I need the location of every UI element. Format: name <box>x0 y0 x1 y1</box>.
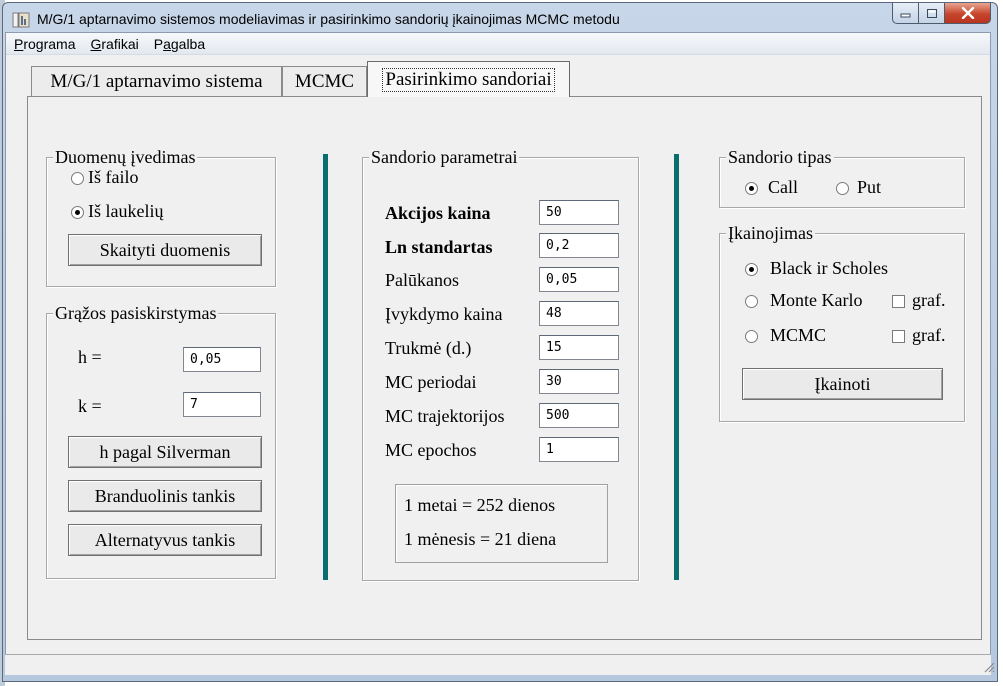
menu-grafikai[interactable]: Grafikai <box>82 36 145 52</box>
tab-options[interactable]: Pasirinkimo sandoriai <box>367 61 570 97</box>
black-scholes-label: Black ir Scholes <box>770 258 888 278</box>
mc-trajectories-input[interactable]: 500 <box>539 403 619 428</box>
put-label: Put <box>857 177 882 197</box>
menu-programa[interactable]: Programa <box>6 36 82 52</box>
monte-carlo-graph-checkbox[interactable] <box>892 295 905 308</box>
ln-std-input[interactable]: 0,2 <box>539 233 619 258</box>
from-fields-radio[interactable] <box>71 206 84 219</box>
mcmc-graph-label: graf. <box>912 325 946 345</box>
window-title: M/G/1 aptarnavimo sistemos modeliavimas … <box>37 11 620 27</box>
left-separator <box>323 154 328 580</box>
from-file-radio[interactable] <box>71 172 84 185</box>
h-label: h = <box>78 347 102 367</box>
silverman-button[interactable]: h pagal Silverman <box>68 436 262 468</box>
group-legend: Įkainojimas <box>726 223 815 243</box>
tab-label: MCMC <box>294 70 355 92</box>
black-scholes-radio[interactable] <box>745 263 758 276</box>
mc-epochs-input[interactable]: 1 <box>539 437 619 462</box>
caption-buttons <box>892 3 991 25</box>
mcmc-label: MCMC <box>770 325 827 345</box>
group-legend: Duomenų įvedimas <box>53 147 198 167</box>
group-legend: Sandorio parametrai <box>369 147 520 167</box>
strike-input[interactable]: 48 <box>539 301 619 326</box>
tab-mcmc[interactable]: MCMC <box>282 66 367 96</box>
param-label-stock-price: Akcijos kaina <box>385 203 491 223</box>
menu-pagalba[interactable]: Pagalba <box>146 36 212 52</box>
h-input[interactable]: 0,05 <box>183 347 261 372</box>
read-data-button[interactable]: Skaityti duomenis <box>68 234 262 266</box>
menu-bar: Programa Grafikai Pagalba <box>6 33 990 55</box>
param-label-mc-epochs: MC epochos <box>385 440 477 460</box>
param-label-ln-std: Ln standartas <box>385 237 493 257</box>
monte-carlo-radio[interactable] <box>745 295 758 308</box>
app-icon <box>12 12 30 28</box>
close-button[interactable] <box>945 3 991 24</box>
duration-input[interactable]: 15 <box>539 335 619 360</box>
tab-label: M/G/1 aptarnavimo sistema <box>50 70 263 92</box>
maximize-icon <box>926 8 937 18</box>
group-legend: Sandorio tipas <box>726 147 834 167</box>
year-days-note: 1 metai = 252 dienos <box>404 495 556 515</box>
minimize-icon <box>900 13 910 18</box>
monte-carlo-label: Monte Karlo <box>770 290 863 310</box>
alternative-density-button[interactable]: Alternatyvus tankis <box>68 524 262 556</box>
price-button[interactable]: Įkainoti <box>742 368 943 400</box>
group-legend: Grąžos pasiskirstymas <box>53 303 219 323</box>
close-icon <box>961 7 974 19</box>
resize-grip-icon[interactable] <box>983 661 995 673</box>
interest-input[interactable]: 0,05 <box>539 267 619 292</box>
k-input[interactable]: 7 <box>183 392 261 417</box>
put-radio[interactable] <box>836 182 849 195</box>
param-label-duration: Trukmė (d.) <box>385 338 472 358</box>
from-file-label: Iš failo <box>88 167 139 187</box>
stock-price-input[interactable]: 50 <box>539 200 619 225</box>
kernel-density-button[interactable]: Branduolinis tankis <box>68 480 262 512</box>
param-label-mc-trajectories: MC trajektorijos <box>385 406 505 426</box>
tab-label: Pasirinkimo sandoriai <box>382 67 555 92</box>
param-label-interest: Palūkanos <box>385 270 459 290</box>
mcmc-graph-checkbox[interactable] <box>892 330 905 343</box>
maximize-button[interactable] <box>919 3 945 24</box>
minimize-button[interactable] <box>892 3 919 24</box>
call-label: Call <box>768 177 798 197</box>
mc-periods-input[interactable]: 30 <box>539 369 619 394</box>
mcmc-radio[interactable] <box>745 330 758 343</box>
right-separator <box>674 154 679 580</box>
k-label: k = <box>78 396 102 416</box>
param-label-strike: Įvykdymo kaina <box>385 304 503 324</box>
tab-mg1-system[interactable]: M/G/1 aptarnavimo sistema <box>31 66 282 96</box>
status-bar <box>5 654 991 675</box>
call-radio[interactable] <box>745 182 758 195</box>
month-days-note: 1 mėnesis = 21 diena <box>404 529 557 549</box>
param-label-mc-periods: MC periodai <box>385 372 477 392</box>
from-fields-label: Iš laukelių <box>88 201 164 221</box>
monte-carlo-graph-label: graf. <box>912 290 946 310</box>
